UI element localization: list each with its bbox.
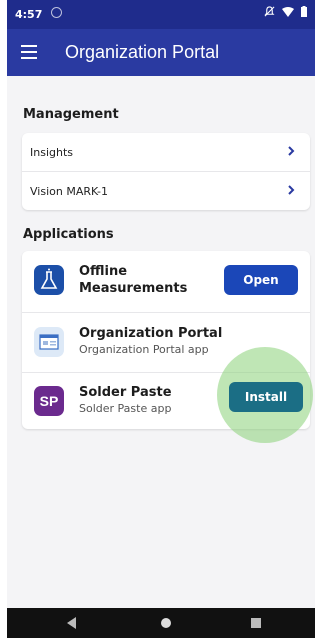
recents-icon[interactable] <box>251 618 261 628</box>
app-title: Organization Portal <box>65 42 220 62</box>
chevron-right-icon <box>288 146 295 156</box>
app-subtitle: Organization Portal app <box>79 343 209 356</box>
phone-screen: 4:57 Organization Portal Management Insi… <box>7 0 315 638</box>
portal-window-icon <box>34 327 64 357</box>
home-icon[interactable] <box>161 618 171 628</box>
chevron-right-icon <box>288 185 295 195</box>
applications-section-title: Applications <box>23 227 114 242</box>
status-time: 4:57 <box>15 8 43 21</box>
management-section-title: Management <box>23 107 119 122</box>
app-name: Organization Portal <box>79 326 223 341</box>
beaker-icon <box>34 265 64 295</box>
wifi-icon <box>282 6 294 17</box>
management-item-label: Insights <box>30 145 74 159</box>
install-button[interactable]: Install <box>229 382 303 412</box>
app-item-offline-measurements: Offline Measurements Open <box>22 251 310 313</box>
status-icons <box>264 6 307 17</box>
management-item-label: Vision MARK-1 <box>30 184 109 198</box>
app-subtitle: Solder Paste app <box>79 402 172 415</box>
open-button[interactable]: Open <box>224 265 298 295</box>
status-bar: 4:57 <box>7 0 315 29</box>
management-card: Insights Vision MARK-1 <box>22 133 310 210</box>
battery-icon <box>301 6 307 17</box>
app-name: Solder Paste <box>79 385 172 400</box>
sp-icon: SP <box>34 386 64 416</box>
management-item-vision-mark-1[interactable]: Vision MARK-1 <box>22 172 310 210</box>
back-icon[interactable] <box>67 617 76 629</box>
navigation-bar <box>7 608 315 638</box>
hamburger-menu-icon[interactable] <box>21 45 37 59</box>
app-bar: Organization Portal <box>7 29 315 76</box>
app-name: Offline Measurements <box>79 264 188 296</box>
management-item-insights[interactable]: Insights <box>22 133 310 172</box>
status-indicator-icon <box>51 7 62 18</box>
notifications-off-icon <box>264 6 275 17</box>
